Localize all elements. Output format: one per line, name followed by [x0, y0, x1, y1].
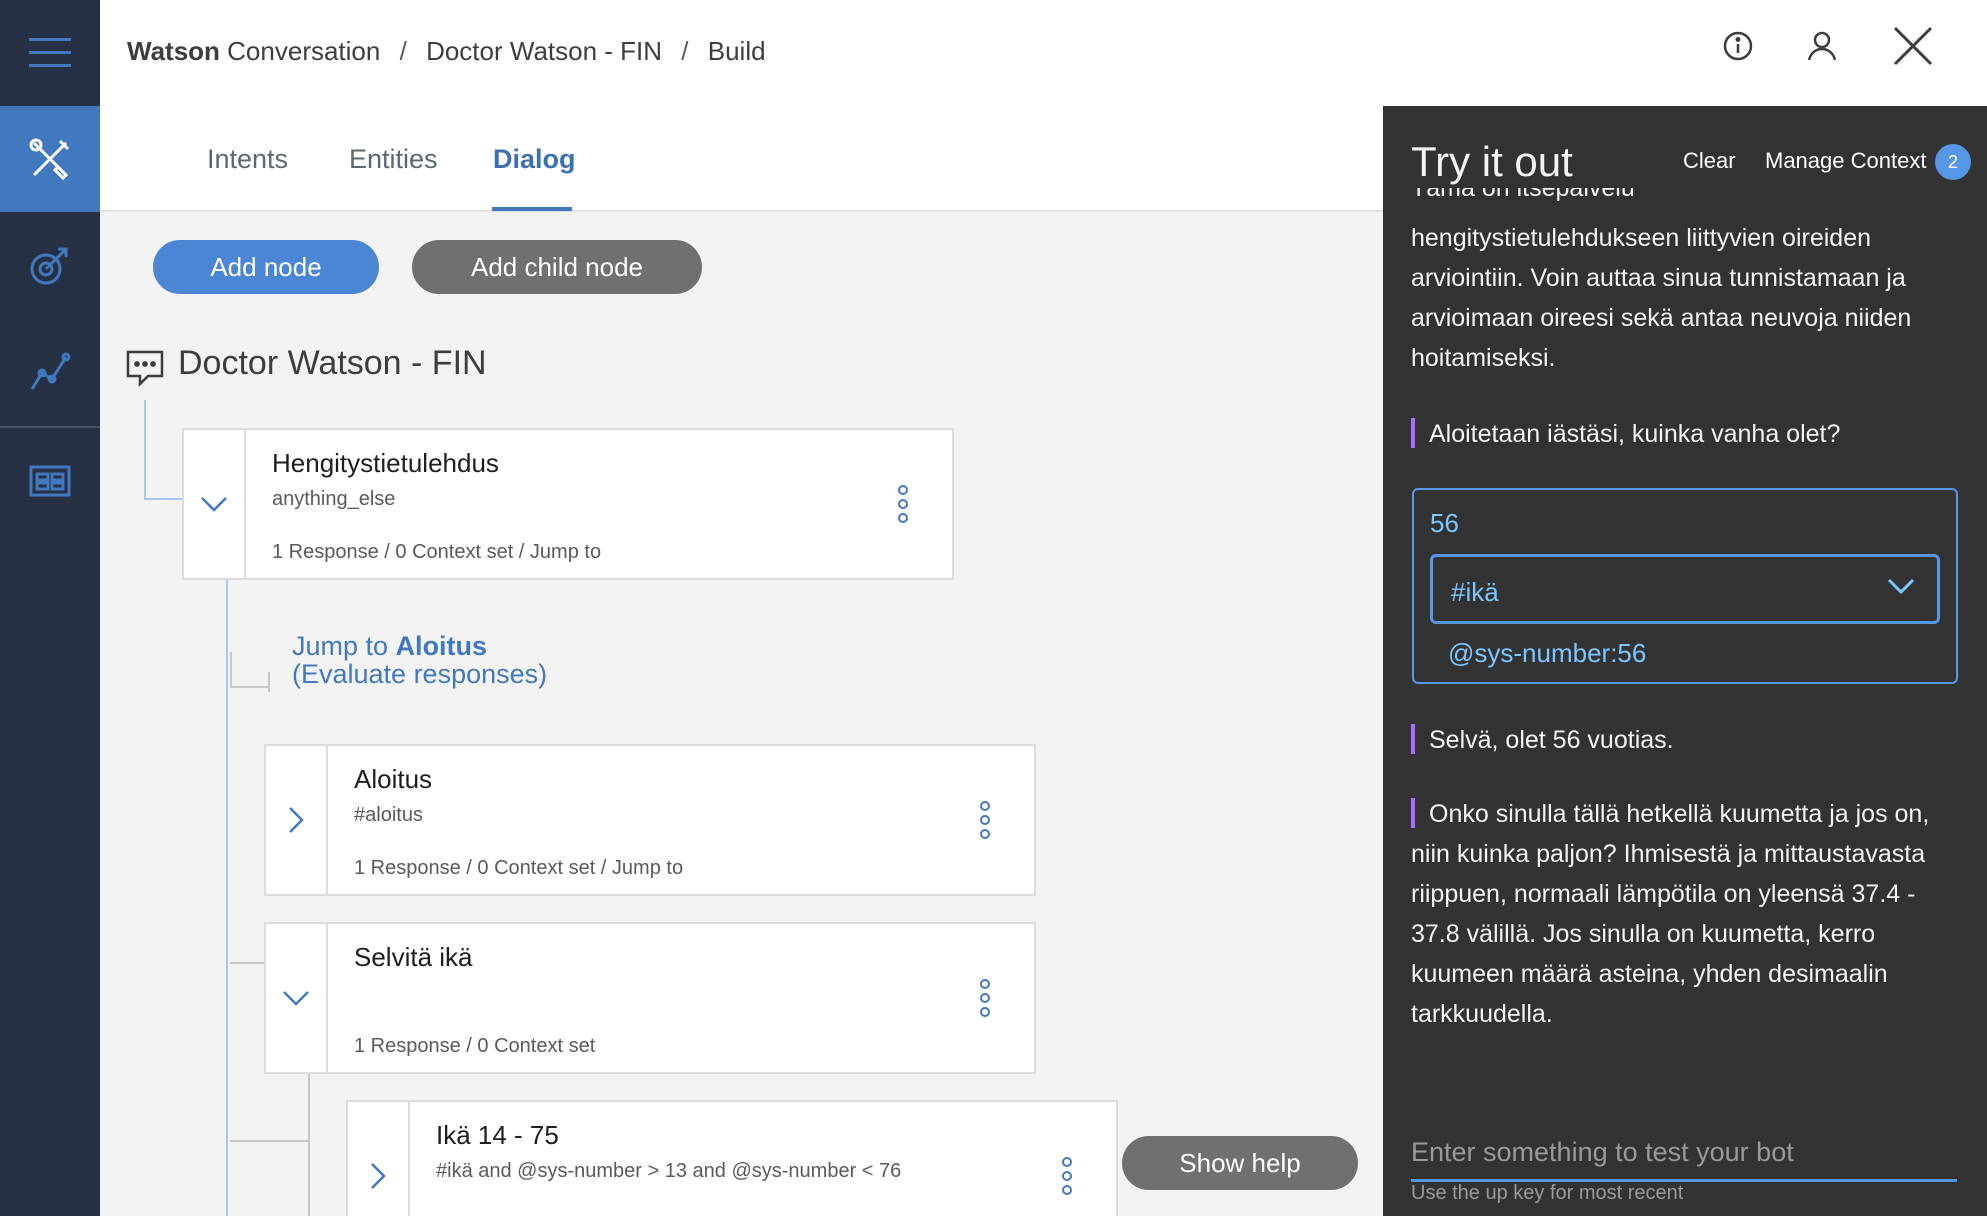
workspace-title: Doctor Watson - FIN [178, 344, 487, 382]
collapse-toggle[interactable] [184, 430, 246, 578]
user-input-value: 56 [1430, 508, 1459, 538]
dialog-canvas: Add node Add child node Doctor Watson - … [100, 212, 1383, 1216]
expand-toggle[interactable] [348, 1102, 410, 1216]
node-summary: 1 Response / 0 Context set [354, 1035, 596, 1057]
node-title: Selvitä ikä [354, 942, 473, 972]
bot-message: hengitystietulehdukseen liittyvien oirei… [1411, 224, 1912, 372]
build-tools-icon[interactable] [0, 106, 100, 212]
node-condition: #ikä and @sys-number > 13 and @sys-numbe… [436, 1160, 902, 1182]
tab-bar: Intents Entities Dialog [100, 106, 1383, 212]
breadcrumb-separator: / [399, 36, 407, 66]
user-icon[interactable] [1798, 22, 1846, 70]
intent-value: #ikä [1451, 577, 1499, 607]
intent-dropdown[interactable]: #ikä [1430, 554, 1940, 624]
node-summary: 1 Response / 0 Context set / Jump to [354, 857, 684, 879]
entity-value[interactable]: @sys-number:56 [1448, 638, 1646, 669]
node-condition: #aloitus [354, 804, 423, 826]
show-help-button[interactable]: Show help [1122, 1136, 1358, 1190]
dialog-node[interactable]: Hengitystietulehdus anything_else 1 Resp… [182, 428, 954, 580]
tree-connector [230, 686, 270, 688]
dialog-node[interactable]: Aloitus #aloitus 1 Response / 0 Context … [264, 744, 1036, 896]
jump-to-label[interactable]: Jump to Aloitus (Evaluate responses) [292, 632, 547, 688]
chevron-down-icon [1887, 577, 1915, 600]
expand-toggle[interactable] [266, 746, 328, 894]
collapse-toggle[interactable] [266, 924, 328, 1072]
tree-connector [144, 400, 146, 500]
clear-button[interactable]: Clear [1683, 148, 1736, 174]
bot-message: Selvä, olet 56 vuotias. [1411, 720, 1941, 760]
manage-context-button[interactable]: Manage Context [1765, 148, 1926, 174]
tab-intents[interactable]: Intents [207, 144, 288, 175]
user-message: 56 #ikä @sys-number:56 [1412, 488, 1958, 684]
close-icon[interactable] [1889, 22, 1937, 70]
jump-target: Aloitus [395, 631, 488, 661]
bot-message: Onko sinulla tällä hetkellä kuumetta ja … [1411, 798, 1930, 1028]
node-title: Aloitus [354, 764, 433, 794]
tree-connector [308, 1072, 310, 1216]
bot-message-clipped: Tämä on itsepalvelu [1411, 188, 1635, 202]
jump-note: (Evaluate responses) [292, 659, 548, 689]
menu-icon[interactable] [0, 0, 100, 106]
breadcrumb-workspace[interactable]: Doctor Watson - FIN [426, 36, 662, 66]
tree-connector [230, 652, 232, 688]
input-hint: Use the up key for most recent [1411, 1182, 1684, 1204]
tree-connector [230, 1140, 310, 1142]
info-icon[interactable] [1714, 22, 1762, 70]
add-node-button[interactable]: Add node [153, 240, 379, 294]
context-count-badge: 2 [1935, 144, 1971, 180]
node-title: Ikä 14 - 75 [436, 1120, 559, 1150]
left-rail [0, 0, 100, 1216]
breadcrumb-separator: / [681, 36, 689, 66]
tab-dialog[interactable]: Dialog [493, 144, 576, 175]
breadcrumb-page: Build [707, 36, 766, 66]
deploy-icon[interactable] [0, 428, 100, 534]
node-title: Hengitystietulehdus [272, 448, 499, 478]
chat-bubble-icon [124, 346, 166, 393]
bot-message: Aloitetaan iästäsi, kuinka vanha olet? [1411, 414, 1941, 454]
tab-entities[interactable]: Entities [349, 144, 438, 175]
breadcrumb: Watson Conversation / Doctor Watson - FI… [127, 36, 766, 67]
dialog-node[interactable]: Selvitä ikä 1 Response / 0 Context set [264, 922, 1036, 1074]
jump-prefix: Jump to [292, 631, 389, 661]
node-options-icon[interactable] [1062, 1157, 1076, 1195]
node-options-icon[interactable] [980, 979, 994, 1017]
active-tab-indicator [492, 207, 572, 211]
brand-bold[interactable]: Watson [127, 36, 220, 66]
brand-rest[interactable]: Conversation [227, 36, 380, 66]
panel-title: Try it out [1411, 138, 1573, 185]
tree-connector [226, 578, 228, 1216]
tree-connector [268, 672, 270, 692]
try-it-out-panel: Try it out Clear Manage Context 2 Tämä o… [1383, 106, 1987, 1216]
analytics-icon[interactable] [0, 318, 100, 424]
tree-connector [144, 498, 184, 500]
header: Watson Conversation / Doctor Watson - FI… [100, 0, 1987, 106]
test-bot-input[interactable] [1411, 1126, 1957, 1182]
dialog-node[interactable]: Ikä 14 - 75 #ikä and @sys-number > 13 an… [346, 1100, 1118, 1216]
node-condition: anything_else [272, 488, 396, 510]
improve-icon[interactable] [0, 212, 100, 318]
add-child-node-button[interactable]: Add child node [412, 240, 702, 294]
node-options-icon[interactable] [898, 485, 912, 523]
node-options-icon[interactable] [980, 801, 994, 839]
node-summary: 1 Response / 0 Context set / Jump to [272, 541, 602, 563]
